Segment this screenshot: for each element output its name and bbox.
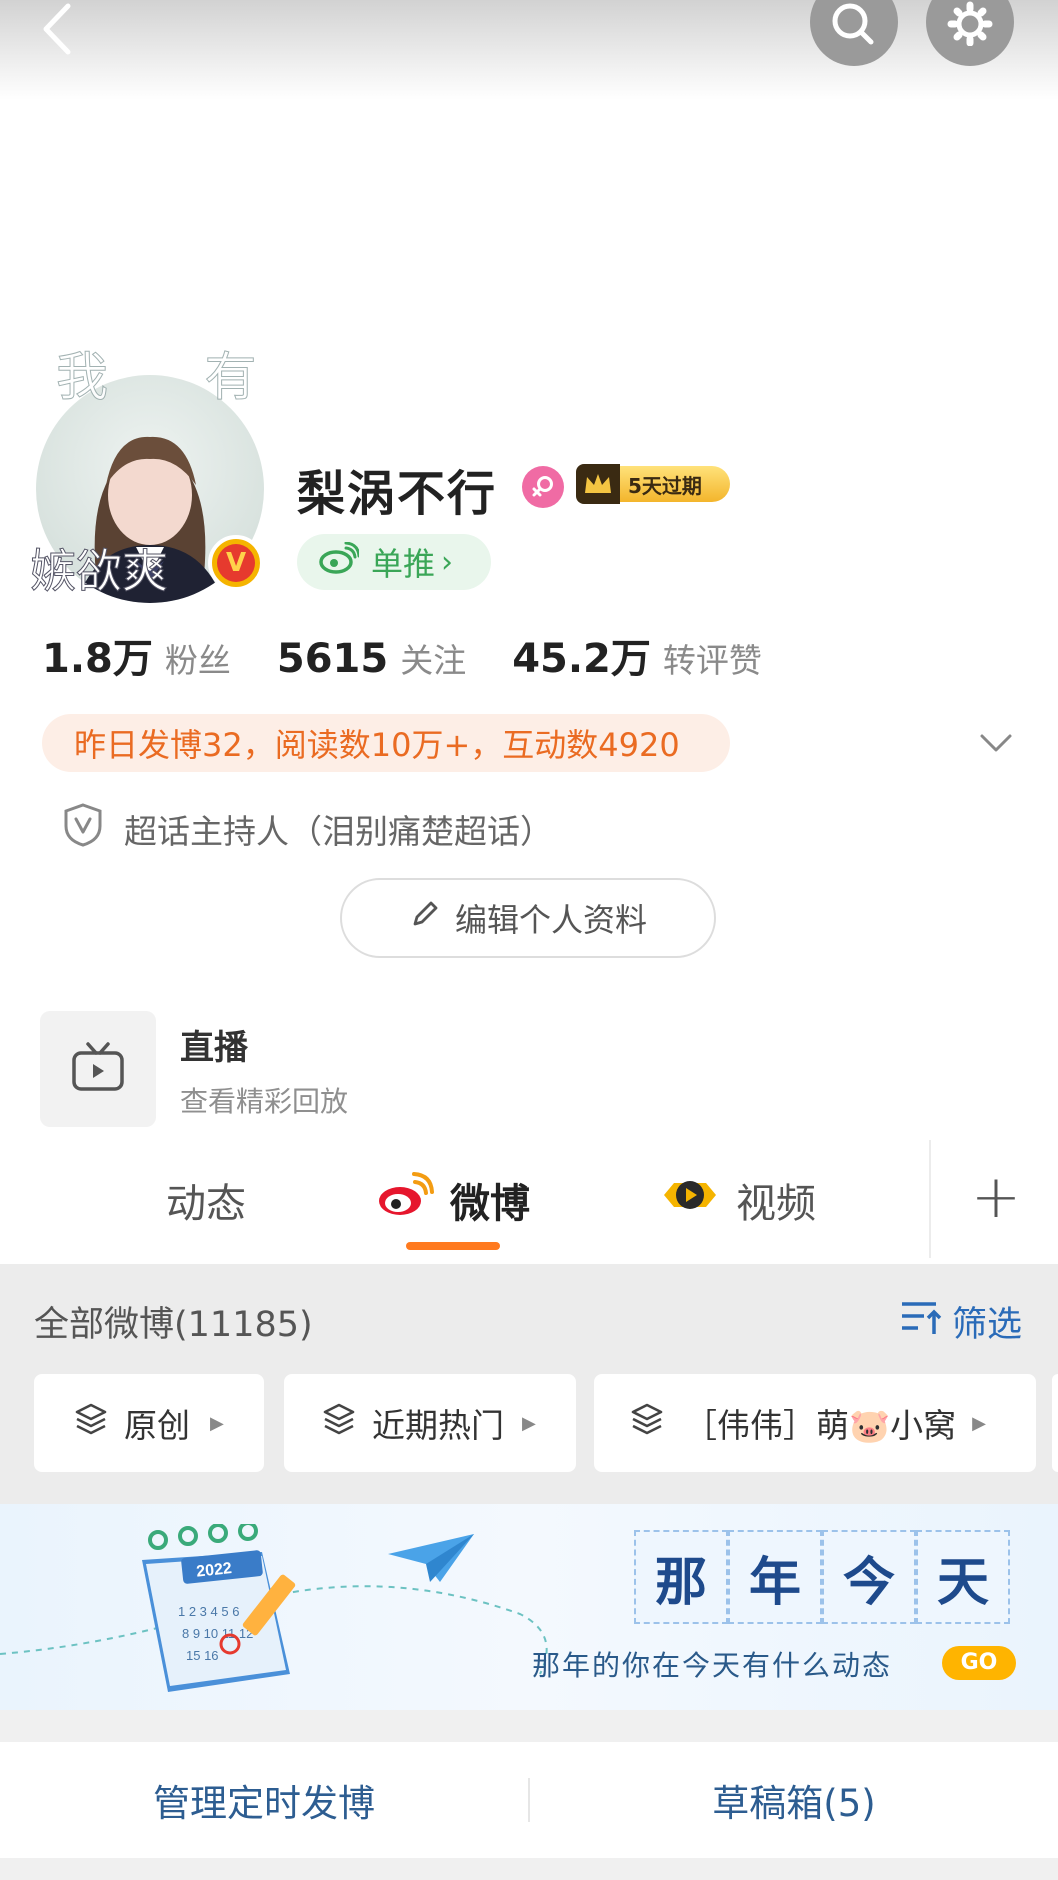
weibo-logo-icon (319, 541, 361, 582)
chip-overflow-edge (1052, 1374, 1058, 1472)
banner-char: 那 (634, 1530, 728, 1624)
followers-label[interactable]: 粉丝 (165, 634, 231, 682)
caret-right-icon: ▶ (522, 1412, 536, 1434)
weibo-logo-icon (376, 1172, 434, 1228)
paper-plane-icon (386, 1530, 476, 1590)
avatar-text-top: 我 有 (56, 348, 297, 409)
all-posts-count: 全部微博(11185) (34, 1305, 313, 1345)
female-icon (522, 466, 564, 508)
layers-icon (322, 1402, 356, 1444)
edit-profile-label: 编辑个人资料 (454, 901, 647, 939)
banner-subtitle: 那年的你在今天有什么动态 (532, 1649, 893, 1682)
chevron-down-icon[interactable] (976, 728, 1016, 758)
on-this-day-grid: 那 年 今 天 (634, 1530, 1010, 1624)
bottom-actions: 管理定时发博 草稿箱(5) (0, 1742, 1058, 1858)
section-divider (0, 1710, 1058, 1742)
activity-summary[interactable]: 昨日发博32，阅读数10万+，互动数4920 (42, 714, 730, 772)
pencil-icon (409, 898, 441, 938)
chip-recent-hot-label: 近期热门 (372, 1406, 504, 1445)
verified-badge: V (208, 535, 264, 591)
drafts-button[interactable]: 草稿箱(5) (530, 1773, 1058, 1827)
crown-icon (576, 464, 620, 504)
avatar[interactable]: 我 有 嫉欲爽 V (30, 348, 264, 603)
supertopic-host[interactable]: 超话主持人（泪别痛楚超话） (62, 802, 553, 856)
tab-video[interactable]: 视频 (660, 1168, 816, 1232)
top-bar (0, 0, 1058, 100)
tab-dynamics[interactable]: 动态 (166, 1168, 246, 1232)
caret-right-icon: ▶ (210, 1412, 224, 1434)
live-title[interactable]: 直播 (180, 1020, 248, 1069)
live-tile[interactable] (40, 1011, 156, 1127)
svg-text:1 2 3 4 5 6: 1 2 3 4 5 6 (178, 1604, 239, 1619)
tab-divider (929, 1140, 931, 1258)
edit-profile-button[interactable]: 编辑个人资料 (340, 878, 716, 958)
avatar-text-bottom: 嫉欲爽 (30, 544, 169, 599)
banner-char: 今 (822, 1530, 916, 1624)
shield-v-icon (62, 802, 104, 856)
filter-button[interactable]: 筛选 (900, 1296, 1022, 1347)
back-arrow-icon[interactable] (36, 2, 80, 56)
interactions-count: 45.2万 (512, 636, 651, 682)
chip-group-label: ［伟伟］萌🐷小窝 (684, 1406, 957, 1445)
layers-icon (630, 1402, 664, 1444)
tab-weibo-label: 微博 (450, 1181, 530, 1227)
video-play-icon (660, 1169, 720, 1231)
caret-right-icon: ▶ (972, 1412, 986, 1434)
search-icon (829, 0, 879, 49)
followers-count[interactable]: 1.8万 (42, 626, 153, 684)
svg-text:8 9 10 11 12: 8 9 10 11 12 (182, 1626, 253, 1641)
svg-text:15 16: 15 16 (186, 1648, 219, 1663)
bottom-spacer (0, 1858, 1058, 1880)
host-label: 超话主持人（泪别痛楚超话） (124, 812, 553, 851)
banner-char: 天 (916, 1530, 1010, 1624)
following-count[interactable]: 5615 (277, 636, 388, 682)
banner-char: 年 (728, 1530, 822, 1624)
interactions-label: 转评赞 (662, 641, 762, 680)
chip-original[interactable]: 原创 ▶ (34, 1374, 264, 1472)
profile-name: 梨涡不行 (297, 466, 498, 522)
chevron-right-icon: › (441, 544, 454, 580)
live-subtitle[interactable]: 查看精彩回放 (180, 1080, 348, 1120)
tab-video-label: 视频 (736, 1181, 816, 1227)
tv-icon (70, 1041, 126, 1097)
recommend-label: 单推 (371, 545, 436, 583)
tab-dynamics-label: 动态 (166, 1181, 246, 1227)
stats-row: 1.8万 粉丝 5615 关注 45.2万 转评赞 (42, 626, 808, 682)
tab-weibo[interactable]: 微博 (376, 1168, 530, 1232)
tab-add-button[interactable]: + (966, 1162, 1026, 1232)
gear-icon (944, 0, 996, 50)
verified-v-icon: V (225, 548, 247, 578)
on-this-day-banner[interactable]: 2022 1 2 3 4 5 68 9 10 11 12 15 16 那 年 今 … (0, 1504, 1058, 1710)
filter-label: 筛选 (952, 1305, 1023, 1345)
banner-go-button[interactable]: GO (942, 1646, 1016, 1680)
vip-badge[interactable]: 5天过期 (576, 464, 730, 504)
chip-recent-hot[interactable]: 近期热门 ▶ (284, 1374, 576, 1472)
recommend-button[interactable]: 单推 › (297, 534, 491, 590)
following-label[interactable]: 关注 (400, 634, 466, 682)
chip-group[interactable]: ［伟伟］萌🐷小窝 ▶ (594, 1374, 1036, 1472)
tab-active-indicator (406, 1242, 500, 1250)
chip-original-label: 原创 (124, 1406, 190, 1445)
sort-filter-icon (900, 1298, 944, 1345)
calendar-icon: 2022 1 2 3 4 5 68 9 10 11 12 15 16 (112, 1521, 332, 1704)
scheduled-posts-button[interactable]: 管理定时发博 (0, 1773, 528, 1827)
layers-icon (74, 1402, 108, 1444)
vip-badge-label: 5天过期 (620, 466, 730, 502)
